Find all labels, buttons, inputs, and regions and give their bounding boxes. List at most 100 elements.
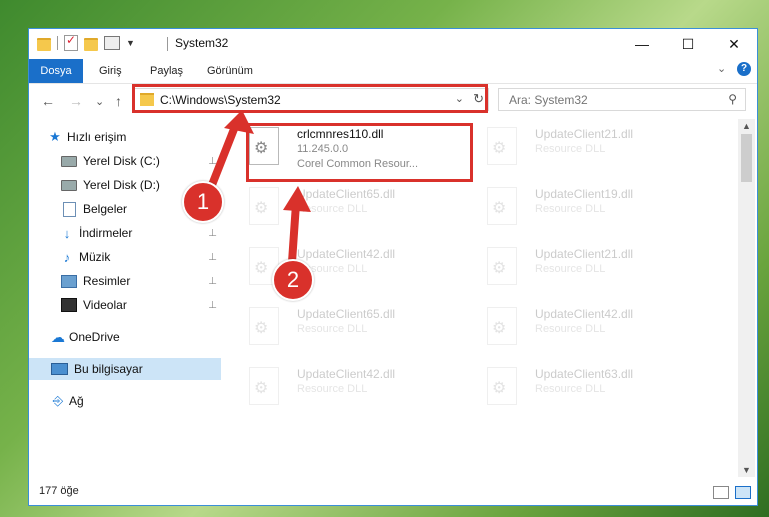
sidebar-item-network[interactable]: ⎆ Ağ <box>49 390 221 412</box>
file-item[interactable]: ⚙ UpdateClient21.dll Resource DLL <box>462 241 682 299</box>
sidebar-item-this-pc[interactable]: Bu bilgisayar <box>29 358 221 380</box>
download-icon: ↓ <box>63 225 71 241</box>
dll-file-icon: ⚙ <box>487 187 517 225</box>
customize-toolbar-chevron-icon[interactable]: ▼ <box>126 38 135 48</box>
step-badge-1: 1 <box>182 181 224 223</box>
folder-icon <box>37 38 51 51</box>
video-icon <box>61 298 77 312</box>
file-item[interactable]: ⚙ UpdateClient65.dll Resource DLL <box>224 181 444 239</box>
help-icon[interactable]: ? <box>737 62 751 76</box>
scroll-up-icon[interactable]: ▲ <box>742 121 751 131</box>
step-badge-2: 2 <box>272 259 314 301</box>
file-item[interactable]: ⚙ UpdateClient19.dll Resource DLL <box>462 181 682 239</box>
window-title: System32 <box>175 36 229 50</box>
recent-locations-icon[interactable]: ⌄ <box>95 95 104 108</box>
gear-icon: ⚙ <box>254 200 269 217</box>
pin-icon: ⊥ <box>208 251 217 263</box>
file-name: UpdateClient65.dll <box>297 307 396 321</box>
close-button[interactable]: ✕ <box>711 29 757 59</box>
sidebar-item-label: OneDrive <box>69 330 120 344</box>
sidebar-item-label: Videolar <box>83 298 127 312</box>
properties-check-icon[interactable] <box>64 33 78 51</box>
network-icon: ⎆ <box>52 393 64 408</box>
quick-access-toolbar: ▼ <box>37 33 135 51</box>
back-icon[interactable]: ← <box>41 93 55 109</box>
file-type: Resource DLL <box>297 203 368 215</box>
sidebar-item-quick-access[interactable]: ★ Hızlı erişim <box>47 126 221 148</box>
minimize-button[interactable]: — <box>619 29 665 59</box>
gear-icon: ⚙ <box>492 140 507 157</box>
sidebar-item-label: İndirmeler <box>79 226 133 240</box>
pictures-icon <box>61 274 77 288</box>
file-name: UpdateClient42.dll <box>297 367 396 381</box>
sidebar-item-label: Bu bilgisayar <box>74 362 143 376</box>
pin-icon: ⊥ <box>208 299 217 311</box>
cloud-icon: ☁ <box>51 328 65 345</box>
computer-icon <box>51 363 68 375</box>
gear-icon: ⚙ <box>492 260 507 277</box>
sidebar-item-label: Resimler <box>83 274 131 288</box>
gear-icon: ⚙ <box>254 320 269 337</box>
file-name: UpdateClient19.dll <box>535 187 634 201</box>
file-name: UpdateClient42.dll <box>535 307 634 321</box>
file-type: Resource DLL <box>535 203 606 215</box>
sidebar-item-label: Yerel Disk (C:) <box>83 154 160 168</box>
file-item[interactable]: ⚙ UpdateClient42.dll Resource DLL <box>224 241 444 299</box>
file-type: Resource DLL <box>297 323 368 335</box>
sidebar-item-downloads[interactable]: ↓ İndirmeler ⊥ <box>59 222 221 244</box>
address-highlight-box <box>132 84 488 113</box>
sidebar-item-music[interactable]: ♪ Müzik ⊥ <box>59 246 221 268</box>
file-name: UpdateClient65.dll <box>297 187 396 201</box>
file-type: Resource DLL <box>535 263 606 275</box>
tab-share[interactable]: Paylaş <box>150 59 183 83</box>
pin-icon: ⊥ <box>208 275 217 287</box>
file-item[interactable]: ⚙ UpdateClient42.dll Resource DLL <box>462 301 682 359</box>
ribbon-tabs: Dosya Giriş Paylaş Görünüm ⌄ ? <box>29 59 757 84</box>
file-name: UpdateClient63.dll <box>535 367 634 381</box>
sidebar-item-pictures[interactable]: Resimler ⊥ <box>61 270 221 292</box>
sidebar-item-onedrive[interactable]: ☁ OneDrive <box>49 326 221 348</box>
forward-icon[interactable]: → <box>69 93 83 109</box>
scroll-down-icon[interactable]: ▼ <box>742 465 751 475</box>
search-icon[interactable]: ⚲ <box>728 92 737 106</box>
large-icons-view-icon[interactable] <box>735 486 751 499</box>
file-type: Resource DLL <box>535 383 606 395</box>
search-input[interactable] <box>507 92 711 108</box>
dll-file-icon: ⚙ <box>487 247 517 285</box>
dll-file-icon: ⚙ <box>487 127 517 165</box>
search-box[interactable]: ⚲ <box>498 88 746 111</box>
tab-home[interactable]: Giriş <box>99 59 122 83</box>
star-icon: ★ <box>49 129 61 144</box>
dll-file-icon: ⚙ <box>487 307 517 345</box>
vertical-scrollbar[interactable]: ▲ ▼ <box>738 119 755 477</box>
file-name: UpdateClient21.dll <box>535 247 634 261</box>
pin-icon: ⊥ <box>208 155 217 167</box>
scrollbar-thumb[interactable] <box>741 134 752 182</box>
gear-icon: ⚙ <box>254 260 269 277</box>
sidebar-item-label: Hızlı erişim <box>67 130 127 144</box>
gear-icon: ⚙ <box>254 380 269 397</box>
sidebar-item-local-disk-c[interactable]: Yerel Disk (C:) ⊥ <box>61 150 221 172</box>
dll-file-icon: ⚙ <box>487 367 517 405</box>
file-item[interactable]: ⚙ UpdateClient65.dll Resource DLL <box>224 301 444 359</box>
details-view-icon[interactable] <box>713 486 729 499</box>
new-folder-icon[interactable] <box>84 38 98 51</box>
sidebar-item-label: Yerel Disk (D:) <box>83 178 160 192</box>
expand-ribbon-icon[interactable]: ⌄ <box>717 62 726 75</box>
tab-file[interactable]: Dosya <box>29 59 83 83</box>
status-bar: 177 öğe <box>29 481 757 505</box>
dll-file-icon: ⚙ <box>249 187 279 225</box>
file-item[interactable]: ⚙ UpdateClient42.dll Resource DLL <box>224 361 444 419</box>
gear-icon: ⚙ <box>492 380 507 397</box>
up-icon[interactable]: ↑ <box>115 93 122 109</box>
maximize-button[interactable]: ☐ <box>665 29 711 59</box>
file-item[interactable]: ⚙ UpdateClient21.dll Resource DLL <box>462 121 682 179</box>
tab-view[interactable]: Görünüm <box>207 59 253 83</box>
music-icon: ♪ <box>63 249 71 265</box>
view-icon[interactable] <box>104 36 120 50</box>
title-bar: ▼ System32 — ☐ ✕ <box>29 29 757 59</box>
sidebar-item-videos[interactable]: Videolar ⊥ <box>61 294 221 316</box>
file-item[interactable]: ⚙ UpdateClient63.dll Resource DLL <box>462 361 682 419</box>
item-count: 177 öğe <box>39 485 79 497</box>
file-type: Resource DLL <box>297 383 368 395</box>
